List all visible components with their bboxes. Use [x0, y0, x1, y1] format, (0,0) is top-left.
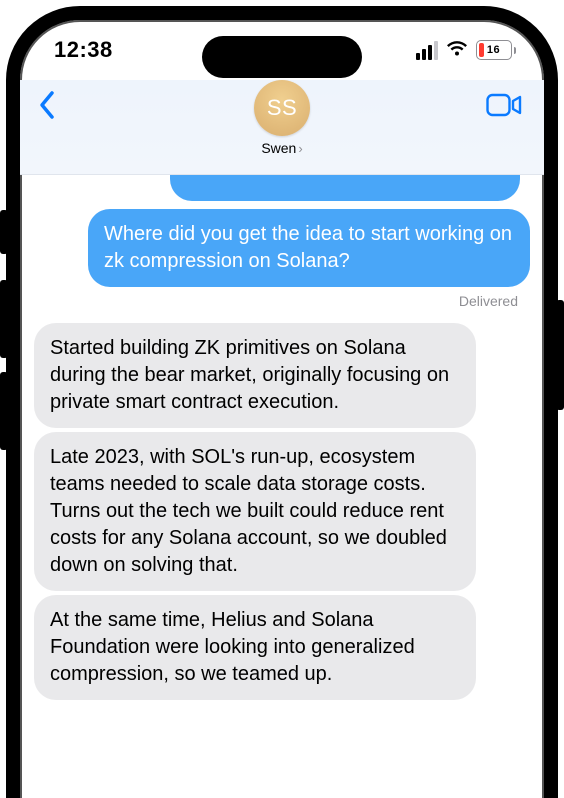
- message-text: Started building ZK primitives on Solana…: [50, 337, 449, 413]
- message-text: Late 2023, with SOL's run-up, ecosystem …: [50, 446, 447, 576]
- message-text: Where did you get the idea to start work…: [104, 223, 512, 272]
- avatar-initials: SS: [267, 95, 297, 121]
- phone-frame: 12:38 16: [6, 6, 558, 798]
- delivered-status: Delivered: [32, 293, 518, 309]
- contact-name: Swen: [261, 140, 296, 156]
- sent-message-bubble[interactable]: Where did you get the idea to start work…: [88, 209, 530, 287]
- wifi-icon: [446, 37, 468, 63]
- message-list[interactable]: Where did you get the idea to start work…: [20, 175, 544, 700]
- received-message-bubble[interactable]: Started building ZK primitives on Solana…: [34, 323, 476, 428]
- battery-indicator: 16: [476, 40, 517, 60]
- chevron-right-icon: ›: [298, 141, 302, 156]
- received-message-bubble[interactable]: Late 2023, with SOL's run-up, ecosystem …: [34, 432, 476, 591]
- cellular-signal-icon: [416, 41, 438, 60]
- back-button[interactable]: [38, 84, 56, 126]
- received-message-bubble[interactable]: At the same time, Helius and Solana Foun…: [34, 595, 476, 700]
- battery-percent: 16: [477, 41, 511, 59]
- message-text: At the same time, Helius and Solana Foun…: [50, 609, 415, 685]
- status-time: 12:38: [54, 37, 113, 63]
- facetime-button[interactable]: [486, 84, 522, 123]
- contact-info-button[interactable]: SS Swen ›: [254, 80, 310, 156]
- dynamic-island: [202, 36, 362, 78]
- conversation-header: SS Swen ›: [20, 80, 544, 175]
- previous-sent-bubble-peek: [170, 175, 520, 201]
- avatar: SS: [254, 80, 310, 136]
